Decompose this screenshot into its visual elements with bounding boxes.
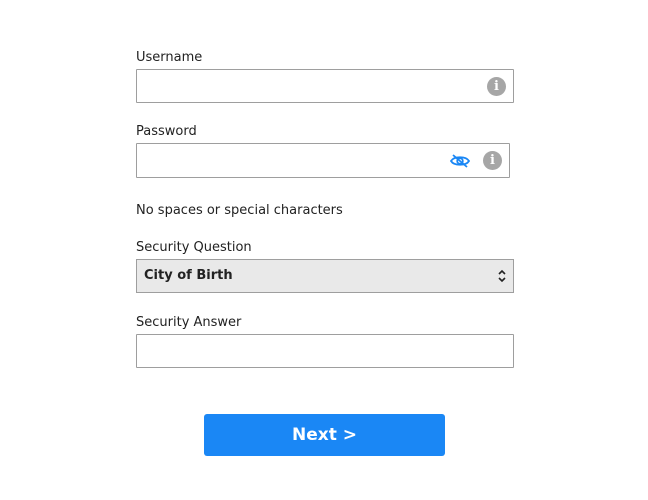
security-question-label: Security Question <box>136 240 252 255</box>
security-answer-label: Security Answer <box>136 315 242 330</box>
security-question-selected: City of Birth <box>144 268 233 283</box>
username-label: Username <box>136 50 203 65</box>
security-answer-field-wrapper <box>136 334 514 368</box>
password-info-icon[interactable]: i <box>483 151 502 170</box>
password-label: Password <box>136 124 197 139</box>
security-question-select[interactable]: City of Birth <box>136 259 514 293</box>
next-button[interactable]: Next > <box>204 414 445 456</box>
username-input[interactable] <box>137 70 513 102</box>
password-hint: No spaces or special characters <box>136 203 343 218</box>
chevron-up-down-icon <box>498 269 506 283</box>
security-answer-input[interactable] <box>137 335 513 367</box>
username-info-icon[interactable]: i <box>487 77 506 96</box>
registration-form: Username i Password i No spaces or speci… <box>0 0 648 500</box>
password-field-wrapper: i <box>136 143 510 178</box>
username-field-wrapper: i <box>136 69 514 103</box>
eye-slash-icon[interactable] <box>449 153 471 169</box>
